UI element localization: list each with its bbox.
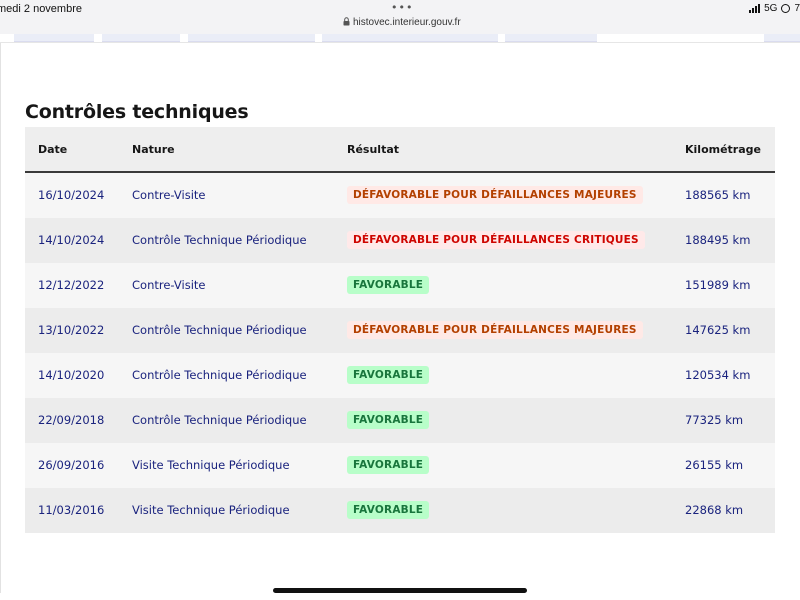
table-row: 14/10/2020 Contrôle Technique Périodique… [25,353,775,398]
nav-divider [0,42,800,43]
result-badge: FAVORABLE [347,411,430,429]
nav-tab-stub[interactable] [188,34,315,42]
nav-tab-stub[interactable] [102,34,180,42]
more-options-dots[interactable]: ••• [391,1,413,14]
cell-mileage: 147625 km [685,323,751,337]
cell-nature: Contrôle Technique Périodique [132,323,307,337]
cell-nature: Contre-Visite [132,188,206,202]
signal-icon [749,4,761,13]
cell-date: 14/10/2024 [38,233,105,247]
orientation-lock-icon [781,4,791,13]
controls-table: Date Nature Résultat Kilométrage 16/10/2… [25,127,775,533]
cell-mileage: 26155 km [685,458,744,472]
cell-nature: Visite Technique Périodique [132,503,290,517]
cell-date: 26/09/2016 [38,458,105,472]
system-indicators: 5G 7 [749,3,800,14]
lock-icon [343,17,350,26]
table-row: 14/10/2024 Contrôle Technique Périodique… [25,218,775,263]
cell-mileage: 77325 km [685,413,744,427]
result-badge: DÉFAVORABLE POUR DÉFAILLANCES MAJEURES [347,186,643,204]
cell-date: 22/09/2018 [38,413,105,427]
status-date: medi 2 novembre [0,3,82,15]
header-date[interactable]: Date [38,143,67,156]
cell-mileage: 188565 km [685,188,751,202]
cell-mileage: 188495 km [685,233,751,247]
result-badge: DÉFAVORABLE POUR DÉFAILLANCES CRITIQUES [347,231,645,249]
table-header: Date Nature Résultat Kilométrage [25,127,775,173]
result-badge: FAVORABLE [347,366,430,384]
nav-tab-stub[interactable] [505,34,597,42]
cell-nature: Contre-Visite [132,278,206,292]
table-row: 12/12/2022 Contre-Visite FAVORABLE 15198… [25,263,775,308]
content-left-border [0,43,1,593]
cell-mileage: 120534 km [685,368,751,382]
result-badge: FAVORABLE [347,456,430,474]
cell-nature: Visite Technique Périodique [132,458,290,472]
nav-tab-stub[interactable] [322,34,498,42]
cell-date: 14/10/2020 [38,368,105,382]
nav-tab-stub[interactable] [14,34,94,42]
nav-tab-stub[interactable] [764,34,800,42]
table-row: 26/09/2016 Visite Technique Périodique F… [25,443,775,488]
section-title: Contrôles techniques [25,101,249,123]
result-badge: FAVORABLE [347,501,430,519]
cell-date: 12/12/2022 [38,278,105,292]
cell-date: 11/03/2016 [38,503,105,517]
table-row: 13/10/2022 Contrôle Technique Périodique… [25,308,775,353]
url-text: histovec.interieur.gouv.fr [353,17,461,28]
table-row: 22/09/2018 Contrôle Technique Périodique… [25,398,775,443]
battery-partial: 7 [794,3,800,14]
result-badge: DÉFAVORABLE POUR DÉFAILLANCES MAJEURES [347,321,643,339]
cell-nature: Contrôle Technique Périodique [132,368,307,382]
table-row: 11/03/2016 Visite Technique Périodique F… [25,488,775,533]
cell-date: 13/10/2022 [38,323,105,337]
cell-mileage: 22868 km [685,503,744,517]
address-bar[interactable]: histovec.interieur.gouv.fr [343,17,461,28]
network-label: 5G [764,3,778,14]
table-row: 16/10/2024 Contre-Visite DÉFAVORABLE POU… [25,173,775,218]
result-badge: FAVORABLE [347,276,430,294]
header-result[interactable]: Résultat [347,143,399,156]
header-mileage[interactable]: Kilométrage [685,143,761,156]
browser-status-bar: medi 2 novembre ••• histovec.interieur.g… [0,0,800,34]
cell-mileage: 151989 km [685,278,751,292]
header-nature[interactable]: Nature [132,143,175,156]
cell-nature: Contrôle Technique Périodique [132,413,307,427]
screen: medi 2 novembre ••• histovec.interieur.g… [0,0,800,600]
home-indicator[interactable] [273,588,527,593]
cell-nature: Contrôle Technique Périodique [132,233,307,247]
cell-date: 16/10/2024 [38,188,105,202]
